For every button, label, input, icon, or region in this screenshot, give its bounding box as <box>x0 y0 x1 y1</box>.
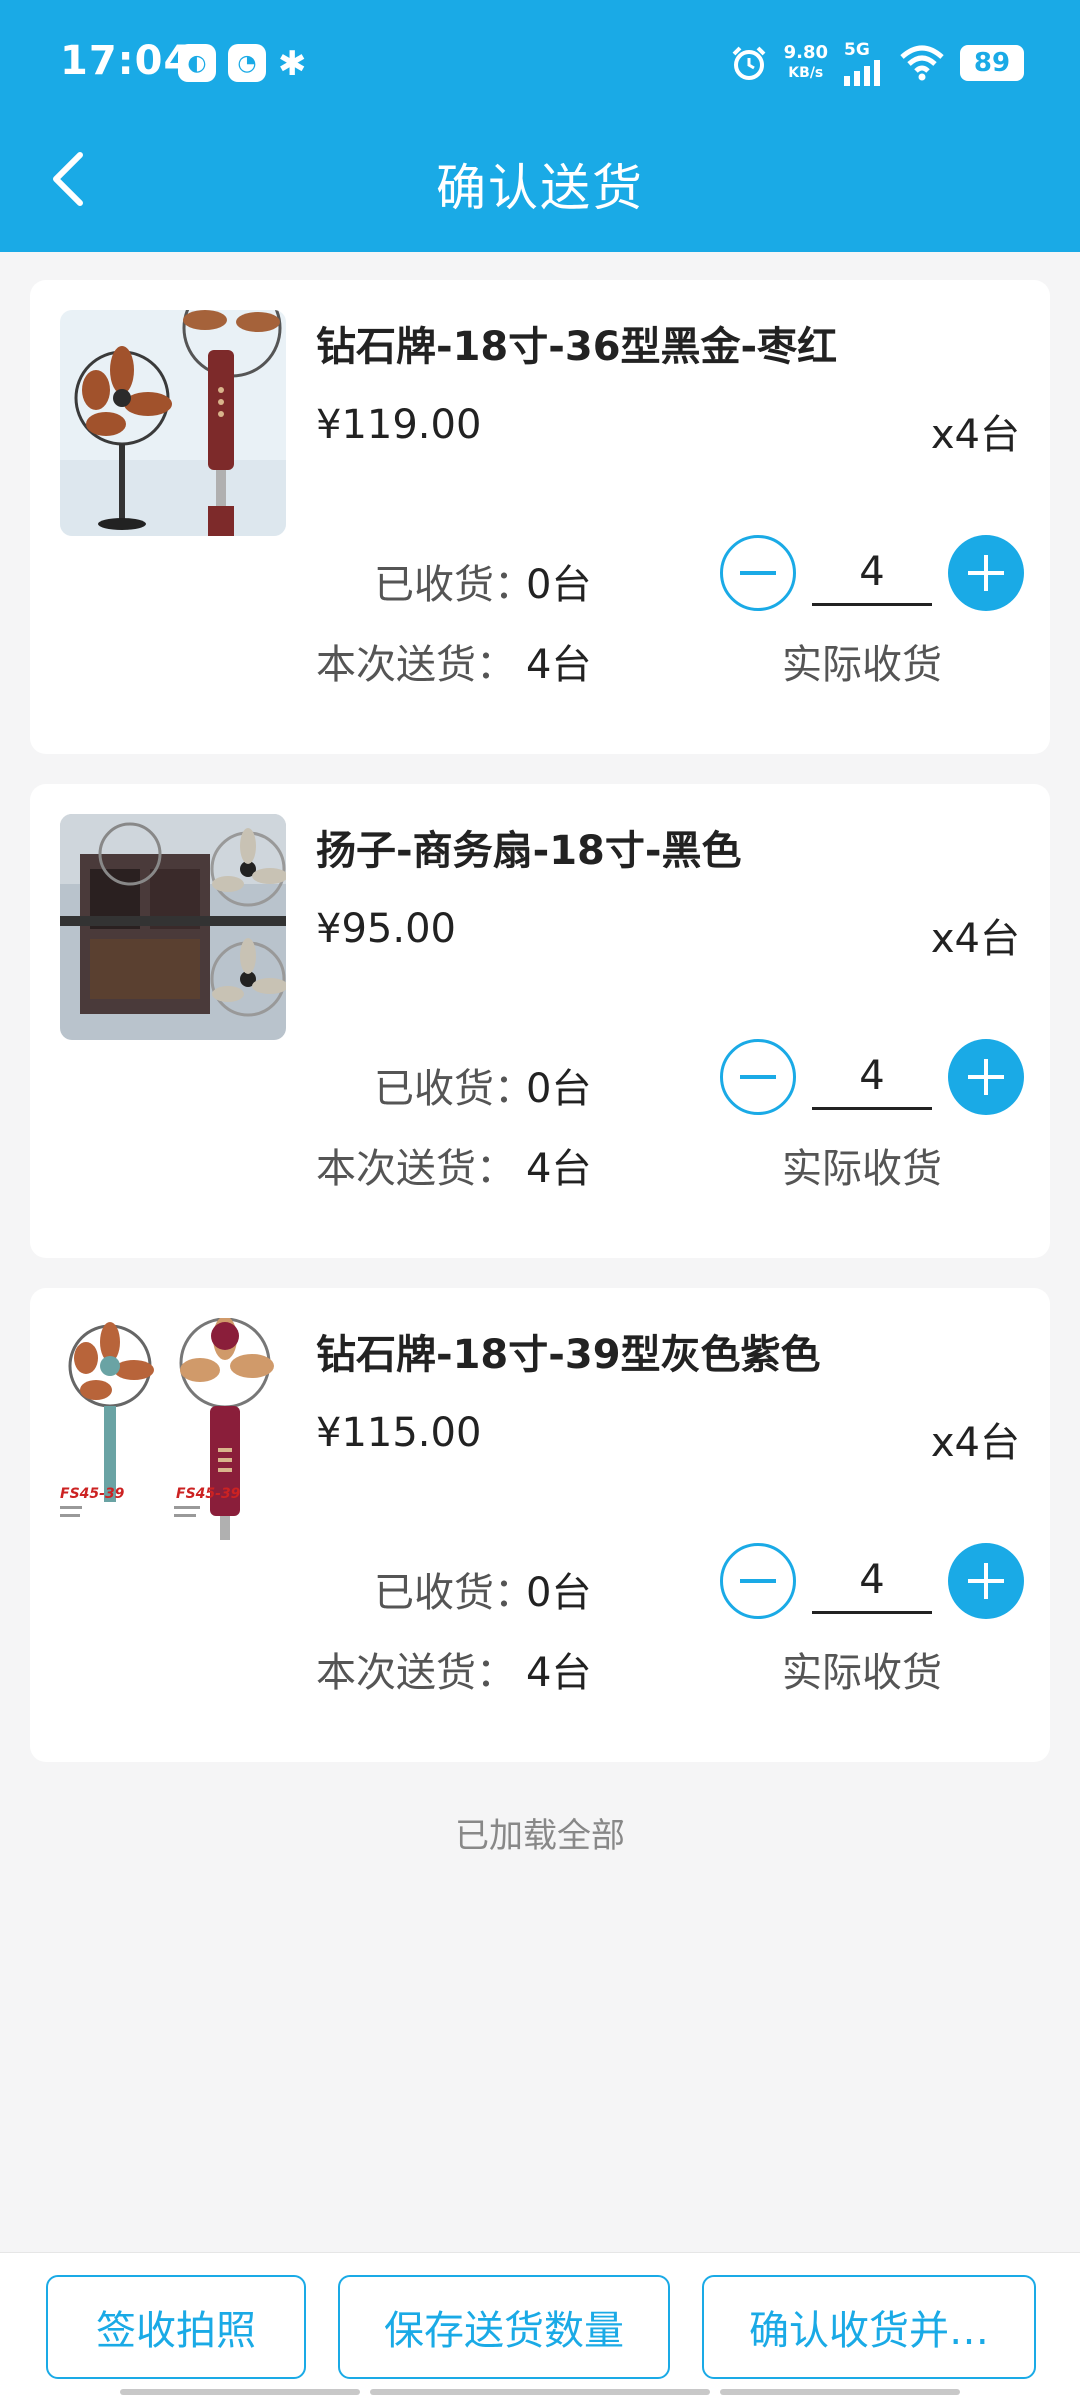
page-title: 确认送货 <box>436 159 644 217</box>
received-value: 0台 <box>526 562 592 608</box>
list-end-text: 已加载全部 <box>455 1816 625 1856</box>
actual-received-label: 实际收货 <box>782 1650 942 1696</box>
nav-indicator <box>120 2389 360 2395</box>
delivery-label: 本次送货： <box>316 642 516 688</box>
actual-quantity-input[interactable] <box>812 1044 932 1110</box>
status-time: 17:04 <box>60 38 193 84</box>
received-value: 0台 <box>526 1570 592 1616</box>
product-price: ¥115.00 <box>316 1410 482 1456</box>
delivery-value: 4台 <box>526 642 592 688</box>
received-value: 0台 <box>526 1066 592 1112</box>
decrease-button[interactable] <box>720 1039 796 1115</box>
nav-indicator <box>370 2389 710 2395</box>
product-image <box>60 814 286 1040</box>
received-label: 已收货： <box>374 562 534 608</box>
delivery-label: 本次送货： <box>316 1650 516 1696</box>
minus-icon <box>740 1579 776 1583</box>
product-image <box>60 310 286 536</box>
product-price: ¥95.00 <box>316 906 456 952</box>
delivery-value: 4台 <box>526 1146 592 1192</box>
plus-icon <box>968 555 1004 591</box>
net-speed-value: 9.80 <box>783 42 828 63</box>
status-right: 9.80 KB/s 5G 89 <box>730 40 1024 86</box>
wifi-icon <box>900 45 944 81</box>
sign-photo-button[interactable]: 签收拍照 <box>46 2275 306 2379</box>
save-quantity-button[interactable]: 保存送货数量 <box>338 2275 670 2379</box>
net-speed-unit: KB/s <box>788 65 824 81</box>
nav-indicator <box>720 2389 960 2395</box>
plus-icon <box>968 1563 1004 1599</box>
delivery-label: 本次送货： <box>316 1146 516 1192</box>
order-quantity: x4台 <box>930 916 1020 962</box>
status-bar: 17:04 ◐ ◔ ✱ 9.80 KB/s 5G 89 <box>0 0 1080 132</box>
product-card: 钻石牌-18寸-36型黑金-枣红 ¥119.00 x4台 已收货： 0台 本次送… <box>30 280 1050 754</box>
app-header: 17:04 ◐ ◔ ✱ 9.80 KB/s 5G 89 确认送货 <box>0 0 1080 252</box>
product-price: ¥119.00 <box>316 402 482 448</box>
order-quantity: x4台 <box>930 412 1020 458</box>
minus-icon <box>740 571 776 575</box>
alarm-icon <box>732 46 765 80</box>
battery-indicator: 89 <box>960 45 1024 81</box>
signal-icon <box>844 60 880 86</box>
chat-notification-icon: ◔ <box>228 44 266 82</box>
minus-icon <box>740 1075 776 1079</box>
actual-quantity-input[interactable] <box>812 1548 932 1614</box>
app-notification-icon: ◐ <box>178 44 216 82</box>
increase-button[interactable] <box>948 1039 1024 1115</box>
delivery-value: 4台 <box>526 1650 592 1696</box>
person-icon: ✱ <box>278 44 307 84</box>
decrease-button[interactable] <box>720 535 796 611</box>
actual-received-label: 实际收货 <box>782 1146 942 1192</box>
product-name: 扬子-商务扇-18寸-黑色 <box>316 828 742 874</box>
cell-signal: 5G <box>844 40 884 86</box>
bottom-action-bar: 签收拍照 保存送货数量 确认收货并… <box>0 2252 1080 2400</box>
net-speed: 9.80 KB/s <box>784 43 828 83</box>
product-card: 扬子-商务扇-18寸-黑色 ¥95.00 x4台 已收货： 0台 本次送货： 4… <box>30 784 1050 1258</box>
decrease-button[interactable] <box>720 1543 796 1619</box>
received-label: 已收货： <box>374 1570 534 1616</box>
confirm-receipt-button[interactable]: 确认收货并… <box>702 2275 1036 2379</box>
plus-icon <box>968 1059 1004 1095</box>
product-image: FS45-39 FS45-39 <box>60 1318 286 1544</box>
order-quantity: x4台 <box>930 1420 1020 1466</box>
network-type: 5G <box>844 40 870 60</box>
notification-icons: ◐ ◔ ✱ <box>178 44 307 84</box>
actual-received-label: 实际收货 <box>782 642 942 688</box>
model-label-right: FS45-39 <box>176 1486 241 1502</box>
product-name: 钻石牌-18寸-36型黑金-枣红 <box>316 324 838 370</box>
increase-button[interactable] <box>948 1543 1024 1619</box>
product-name: 钻石牌-18寸-39型灰色紫色 <box>316 1332 821 1378</box>
actual-quantity-input[interactable] <box>812 540 932 606</box>
received-label: 已收货： <box>374 1066 534 1112</box>
product-card: FS45-39 FS45-39 钻石牌-18寸-39型灰色紫色 ¥115.00 … <box>30 1288 1050 1762</box>
increase-button[interactable] <box>948 535 1024 611</box>
model-label-left: FS45-39 <box>60 1486 125 1502</box>
